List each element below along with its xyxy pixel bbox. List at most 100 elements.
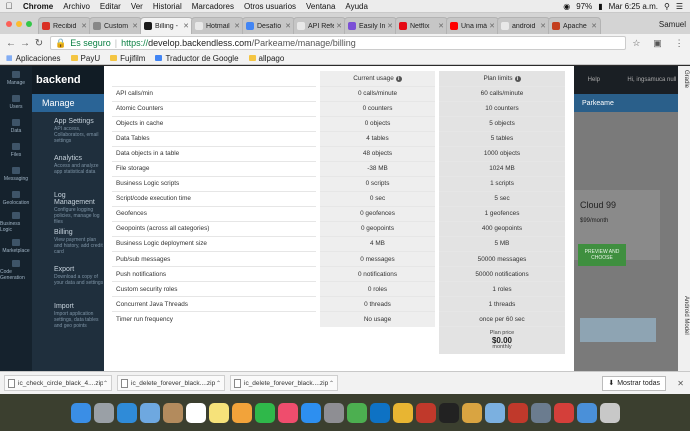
browser-tab[interactable]: Recibid ✕ (38, 17, 91, 34)
menu-item-ver[interactable]: Ver (126, 2, 148, 11)
chevron-up-icon[interactable]: ⌃ (329, 380, 334, 387)
forward-arrow-icon[interactable]: → (18, 38, 32, 49)
launchpad-icon[interactable] (93, 402, 114, 423)
show-all-downloads-button[interactable]: ⬇ Mostrar todas (602, 375, 666, 391)
manage-panel-item[interactable]: Billing View payment plan and history, ad… (32, 223, 108, 260)
bookmark-payu[interactable]: PayU (70, 54, 100, 63)
music-icon[interactable] (277, 402, 298, 423)
android-model-tab[interactable]: Android Model (683, 296, 689, 335)
bookmark-apps[interactable]: ▦ Aplicaciones (6, 54, 61, 63)
spotlight-search-icon[interactable]: ⚲ (661, 2, 673, 11)
bookmark-allpago[interactable]: allpago (248, 54, 284, 63)
app-store-icon[interactable] (300, 402, 321, 423)
trash-icon[interactable] (599, 402, 620, 423)
left-nav-item[interactable]: Manage (0, 66, 32, 90)
preview-and-choose-button[interactable]: PREVIEW AND CHOOSE (578, 244, 626, 266)
close-tab-icon[interactable]: ✕ (591, 22, 597, 30)
menu-item-editar[interactable]: Editar (95, 2, 126, 11)
left-nav-item[interactable]: Geolocation (0, 186, 32, 210)
user-greeting[interactable]: Hi, ingsamuca null (627, 77, 676, 83)
apple-menu-icon[interactable]:  (0, 1, 18, 11)
info-icon[interactable]: i (514, 75, 521, 82)
terminal-icon[interactable] (438, 402, 459, 423)
manage-panel-item[interactable]: Analytics Access and analyze app statisti… (32, 149, 108, 186)
browser-tab[interactable]: Custom ✕ (89, 17, 142, 34)
menu-item-ayuda[interactable]: Ayuda (340, 2, 373, 11)
menu-item-historial[interactable]: Historial (148, 2, 187, 11)
manage-panel-item[interactable]: Import Import application settings, data … (32, 297, 108, 334)
contacts-icon[interactable] (162, 402, 183, 423)
chevron-up-icon[interactable]: ⌃ (216, 380, 221, 387)
browser-tab[interactable]: Desafío ✕ (242, 17, 295, 34)
browser-tab[interactable]: Billing - ✕ (140, 17, 193, 34)
menu-item-ventana[interactable]: Ventana (301, 2, 340, 11)
browser-tab[interactable]: Easily In ✕ (344, 17, 397, 34)
close-tab-icon[interactable]: ✕ (81, 22, 87, 30)
left-nav-item[interactable]: Code Generation (0, 258, 32, 282)
menu-app-name[interactable]: Chrome (18, 2, 58, 11)
facetime-icon[interactable] (254, 402, 275, 423)
photos-icon[interactable] (231, 402, 252, 423)
safari-icon[interactable] (116, 402, 137, 423)
left-nav-item[interactable]: Messaging (0, 162, 32, 186)
android-studio-icon[interactable] (346, 402, 367, 423)
calendar-icon[interactable] (185, 402, 206, 423)
info-icon[interactable]: i (395, 75, 402, 82)
wifi-icon[interactable]: ◉ (560, 2, 573, 11)
download-item[interactable]: ic_check_circle_black_4....zip ⌃ (4, 375, 112, 391)
browser-tab[interactable]: android ✕ (497, 17, 550, 34)
notes-icon[interactable] (208, 402, 229, 423)
help-menu[interactable]: Help (588, 77, 600, 83)
extension-icon[interactable]: ▣ (653, 38, 662, 49)
filezilla-icon[interactable] (415, 402, 436, 423)
bookmark-fujifilm[interactable]: Fujifilm (110, 54, 145, 63)
reload-icon[interactable]: ↻ (32, 38, 46, 49)
screen-icon[interactable] (553, 402, 574, 423)
close-tab-icon[interactable]: ✕ (183, 22, 189, 30)
chevron-up-icon[interactable]: ⌃ (103, 380, 108, 387)
browser-tab[interactable]: Hotmail ✕ (191, 17, 244, 34)
close-tab-icon[interactable]: ✕ (489, 22, 495, 30)
manage-panel-item[interactable]: App Settings API access, Collaborators, e… (32, 112, 108, 149)
finder-icon[interactable] (70, 402, 91, 423)
close-tab-icon[interactable]: ✕ (438, 22, 444, 30)
manage-panel-item[interactable]: Log Management Configure logging policies… (32, 186, 108, 225)
preferences-icon[interactable] (323, 402, 344, 423)
coduo-icon[interactable] (461, 402, 482, 423)
browser-tab[interactable]: Netflix ✕ (395, 17, 448, 34)
flickr-icon[interactable] (507, 402, 528, 423)
bookmark-google-translate[interactable]: Traductor de Google (155, 54, 239, 63)
left-nav-item[interactable]: Users (0, 90, 32, 114)
url-input[interactable]: 🔒 Es seguro | https:// develop.backendle… (50, 36, 626, 50)
left-nav-item[interactable]: Files (0, 138, 32, 162)
menu-item-archivo[interactable]: Archivo (58, 2, 95, 11)
left-nav-item[interactable]: Business Logic (0, 210, 32, 234)
close-window-icon[interactable] (6, 20, 12, 27)
gradle-tab[interactable]: Gradle (683, 70, 689, 88)
menu-item-marcadores[interactable]: Marcadores (187, 2, 239, 11)
download-item[interactable]: ic_delete_forever_black....zip ⌃ (117, 375, 225, 391)
bookmark-star-icon[interactable]: ☆ (632, 38, 640, 49)
zoom-window-icon[interactable] (26, 20, 32, 27)
close-tab-icon[interactable]: ✕ (234, 22, 240, 30)
battery-percent[interactable]: 97% (573, 2, 595, 11)
downloads-folder-icon[interactable] (576, 402, 597, 423)
browser-tab[interactable]: Apache ✕ (548, 17, 601, 34)
xcode-icon[interactable] (484, 402, 505, 423)
clock[interactable]: Mar 6:25 a.m. (606, 2, 661, 11)
browser-tab[interactable]: API Refe ✕ (293, 17, 346, 34)
sequel-icon[interactable] (530, 402, 551, 423)
close-tab-icon[interactable]: ✕ (285, 22, 291, 30)
close-tab-icon[interactable]: ✕ (336, 22, 342, 30)
menu-item-otros-usuarios[interactable]: Otros usuarios (239, 2, 301, 11)
close-tab-icon[interactable]: ✕ (540, 22, 546, 30)
battery-icon[interactable]: ▮ (595, 2, 605, 11)
download-item[interactable]: ic_delete_forever_black....zip ⌃ (230, 375, 338, 391)
teamviewer-icon[interactable] (369, 402, 390, 423)
left-nav-item[interactable]: Data (0, 114, 32, 138)
profile-name[interactable]: Samuel (655, 20, 690, 34)
backendless-logo[interactable]: backend (32, 66, 108, 94)
back-arrow-icon[interactable]: ← (4, 38, 18, 49)
browser-tab[interactable]: Una imá ✕ (446, 17, 499, 34)
minimize-window-icon[interactable] (16, 20, 22, 27)
